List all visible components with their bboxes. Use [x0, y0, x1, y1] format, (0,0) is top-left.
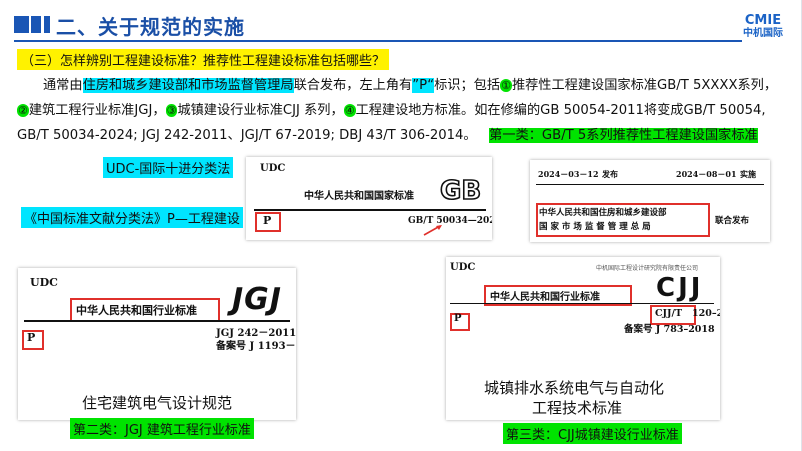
header-accent-block: [31, 16, 41, 33]
number-badge: ③: [165, 104, 178, 117]
divider-rule: [24, 320, 290, 322]
cover-cjj: 中机国际工程设计研究院有限责任公司 UDC 中华人民共和国行业标准 CJJ CJ…: [446, 257, 720, 420]
issuer-line: 中华人民共和国住房和城乡建设部: [539, 208, 667, 218]
header-accent-block: [14, 16, 29, 33]
gb-logo-text: GB: [440, 176, 481, 203]
highlight-issuers: 住房和城乡建设部和市场监督管理局: [82, 78, 294, 93]
joint-release: 联合发布: [715, 216, 750, 226]
divider-rule: [536, 184, 764, 185]
text-run: 推荐性工程建设国家标准GB/T 5XXXX系列，: [511, 78, 778, 93]
number-badge: ④: [343, 104, 356, 117]
standard-code: GB/T 50034—2024: [408, 216, 492, 226]
impl-date: 2024－08－01: [676, 169, 737, 179]
text-run: 通常由: [43, 78, 83, 93]
jgj-logo: JGJ: [232, 282, 282, 317]
cover-issuers: 2024－03－12 发布 2024－08－01 实施 中华人民共和国住房和城乡…: [530, 160, 770, 242]
record-number: 备案号 J 1193－2011: [216, 341, 296, 352]
number-badge: ①: [500, 79, 512, 92]
highlight-p-mark: ”P“: [412, 78, 435, 93]
clc-note: 《中国标准文献分类法》P—工程建设: [21, 207, 243, 228]
number-badge: ②: [17, 104, 29, 117]
page-title: 二、关于规范的实施: [56, 15, 245, 39]
text-run: 联合发布，左上角有: [293, 78, 413, 93]
udc-label: UDC: [260, 163, 286, 174]
header-divider: [14, 40, 742, 42]
standard-code: 120–2018: [692, 308, 720, 319]
text-run: 标识；包括: [434, 78, 501, 93]
gb-logo-icon: GB: [439, 175, 482, 203]
issuer-text: 中华人民共和国国家标准: [304, 191, 414, 202]
p-mark: P: [454, 313, 462, 324]
udc-note: UDC-国际十进分类法: [103, 157, 234, 178]
text-run: GB/T 50034-2024; JGJ 242-2011、JGJ/T 67-2…: [17, 128, 477, 143]
body-paragraph: 通常由住房和城乡建设部和市场监督管理局联合发布，左上角有”P“标识；包括①推荐性…: [17, 73, 792, 148]
watermark-note: 中机国际工程设计研究院有限责任公司: [596, 265, 699, 272]
text-run: 工程建设地方标准。如在修编的GB 50054-2011将变成GB/T 50054…: [355, 103, 766, 118]
divider-rule: [450, 303, 714, 304]
p-mark: P: [263, 214, 272, 227]
record-number: 备案号 J 783–2018: [624, 324, 715, 335]
issuer-line: 国 家 市 场 监 督 管 理 总 局: [539, 222, 651, 232]
p-mark: P: [27, 331, 36, 344]
udc-label: UDC: [30, 276, 58, 289]
impl-label: 实施: [740, 169, 756, 179]
highlight-type1: 第一类：GB/T 5系列推荐性工程建设国家标准: [489, 128, 758, 143]
logo-subtext: 中机国际: [743, 28, 783, 39]
arrow-icon: [423, 225, 442, 236]
type3-label: 第三类：CJJ城镇建设行业标准: [503, 423, 682, 444]
text-run: 建筑工程行业标准JGJ，: [28, 103, 166, 118]
cover-gb: UDC 中华人民共和国国家标准 GB P GB/T 50034—2024: [246, 157, 492, 240]
issuer-text: 中华人民共和国行业标准: [490, 292, 600, 303]
udc-label: UDC: [450, 262, 476, 273]
cjj-logo: CJJ: [656, 273, 704, 303]
standard-title: 住宅建筑电气设计规范: [82, 394, 233, 412]
company-logo: CMIE 中机国际: [733, 14, 793, 40]
logo-text: CMIE: [744, 13, 782, 28]
cover-jgj: UDC 中华人民共和国行业标准 JGJ P JGJ 242－2011 备案号 J…: [18, 268, 296, 420]
standard-title: 城镇排水系统电气与自动化: [484, 379, 665, 397]
text-run: 城镇建设行业标准CJJ 系列，: [177, 103, 344, 118]
standard-title: 工程技术标准: [532, 399, 623, 417]
type2-label: 第二类：JGJ 建筑工程行业标准: [70, 418, 254, 439]
issue-date: 2024－03－12: [538, 169, 599, 179]
header-accent-block: [44, 16, 50, 33]
issue-label: 发布: [602, 169, 618, 179]
slide: 二、关于规范的实施 CMIE 中机国际 （三）怎样辨别工程建设标准？推荐性工程建…: [0, 0, 802, 451]
issuer-text: 中华人民共和国行业标准: [76, 304, 197, 317]
question-heading: （三）怎样辨别工程建设标准？推荐性工程建设标准包括哪些？: [17, 49, 390, 70]
divider-rule: [254, 209, 486, 211]
standard-code-prefix: CJJ/T: [655, 308, 683, 319]
